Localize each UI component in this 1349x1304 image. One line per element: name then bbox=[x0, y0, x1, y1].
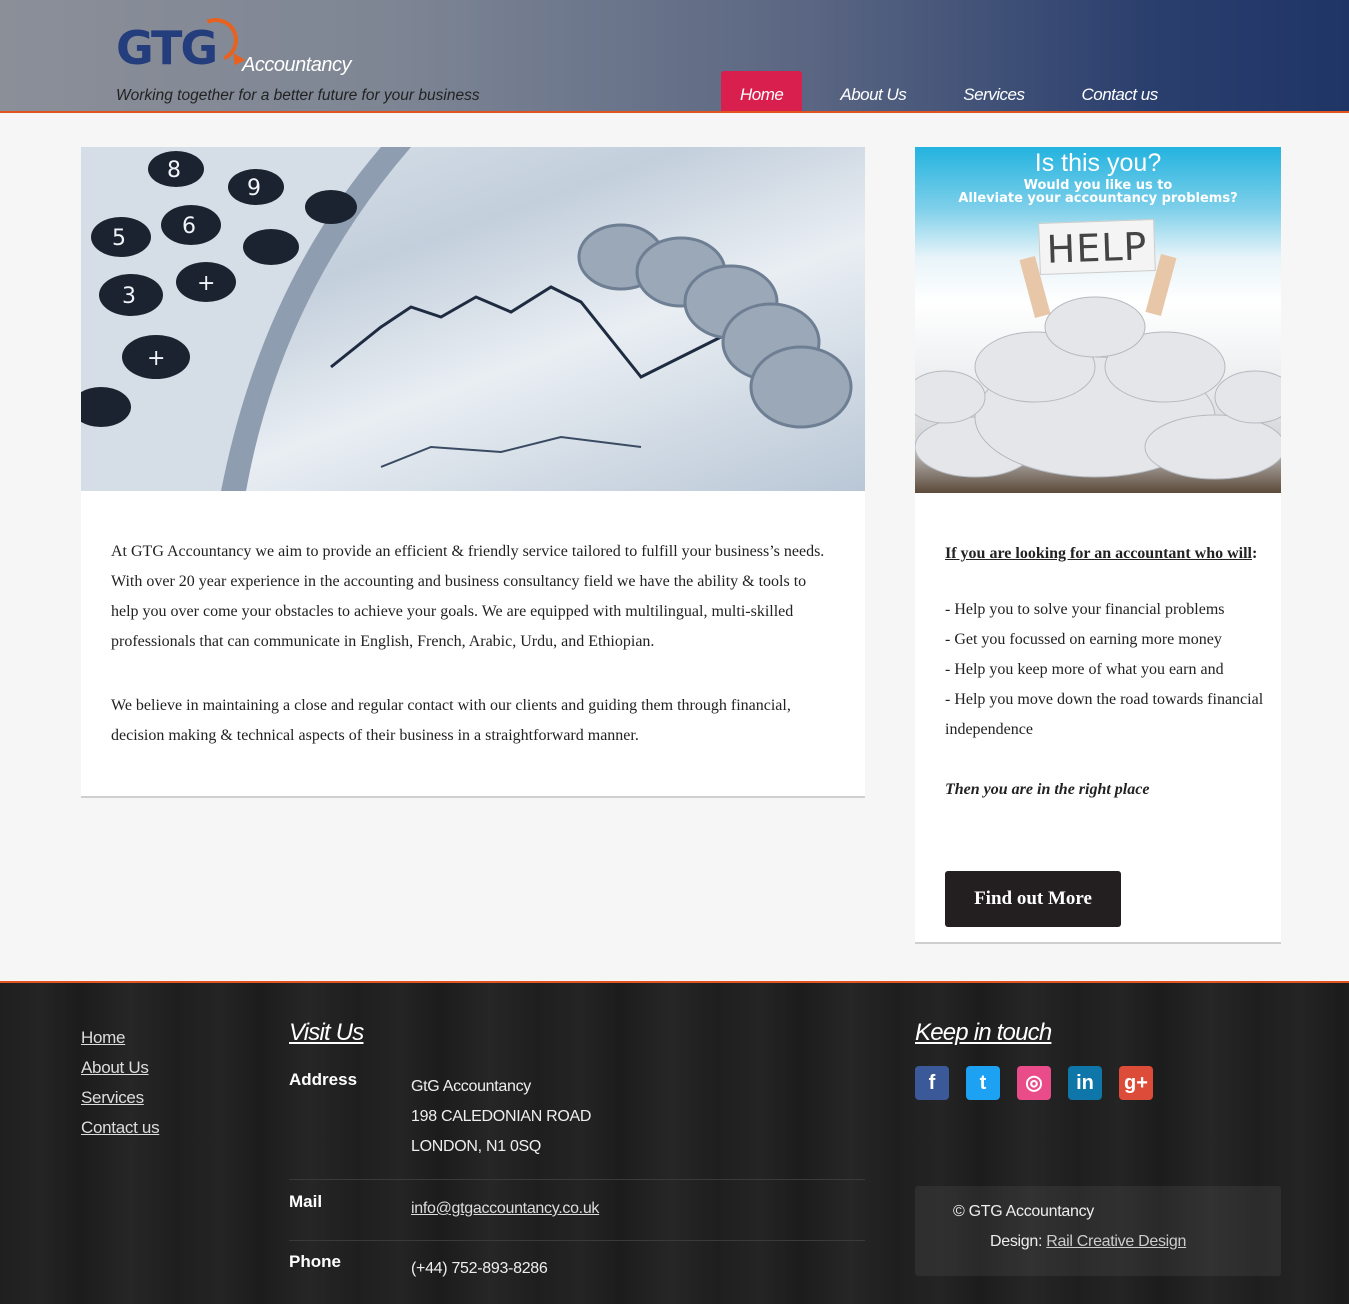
svg-text:+: + bbox=[197, 271, 215, 296]
footer-link-home[interactable]: Home bbox=[81, 1023, 159, 1053]
facebook-icon[interactable]: f bbox=[915, 1066, 949, 1100]
svg-text:6: 6 bbox=[182, 214, 196, 239]
brand-name-suffix: Accountancy bbox=[242, 54, 352, 76]
visit-us-heading: Visit Us bbox=[289, 1019, 364, 1046]
help-list: - Help you to solve your financial probl… bbox=[945, 595, 1265, 745]
address-value: GtG Accountancy 198 CALEDONIAN ROAD LOND… bbox=[411, 1072, 591, 1162]
mail-label: Mail bbox=[289, 1192, 323, 1211]
dribbble-icon[interactable]: ◎ bbox=[1017, 1066, 1051, 1100]
address-label: Address bbox=[289, 1070, 358, 1089]
intro-paragraph-1: At GTG Accountancy we aim to provide an … bbox=[111, 543, 825, 650]
hero-illustration: 8 9 5 6 3 + + bbox=[81, 147, 853, 491]
keep-in-touch-heading: Keep in touch bbox=[915, 1019, 1052, 1046]
intro-card: 8 9 5 6 3 + + At GTG Accountancy we aim to … bbox=[81, 147, 865, 798]
twitter-icon[interactable]: t bbox=[966, 1066, 1000, 1100]
site-header: GTG Accountancy Working together for a b… bbox=[0, 0, 1349, 113]
list-item: - Help you move down the road towards fi… bbox=[945, 691, 1264, 738]
list-item: - Get you focussed on earning more money bbox=[945, 631, 1222, 648]
address-line: LONDON, N1 0SQ bbox=[411, 1138, 542, 1155]
paper-pile-illustration bbox=[915, 253, 1281, 480]
svg-text:8: 8 bbox=[167, 158, 181, 183]
svg-text:+: + bbox=[147, 346, 165, 371]
copyright-text: © GTG Accountancy bbox=[953, 1203, 1094, 1220]
brand-tagline: Working together for a better future for… bbox=[116, 87, 480, 104]
address-line: GtG Accountancy bbox=[411, 1078, 532, 1095]
footer-nav: Home About Us Services Contact us bbox=[81, 1023, 160, 1143]
nav-home[interactable]: Home bbox=[721, 71, 803, 111]
site-footer: Home About Us Services Contact us Visit … bbox=[0, 981, 1349, 1304]
nav-services[interactable]: Services bbox=[944, 71, 1043, 111]
phone-value: (+44) 752-893-8286 bbox=[411, 1260, 548, 1277]
intro-text: At GTG Accountancy we aim to provide an … bbox=[111, 537, 831, 751]
phone-label: Phone bbox=[289, 1252, 341, 1271]
help-heading-colon: : bbox=[1252, 545, 1258, 562]
design-credit-link[interactable]: Rail Creative Design bbox=[1046, 1233, 1186, 1250]
nav-contact-us[interactable]: Contact us bbox=[1062, 71, 1176, 111]
gtg-logo[interactable]: GTG bbox=[116, 11, 256, 78]
help-heading: If you are looking for an accountant who… bbox=[945, 545, 1252, 562]
footer-link-about-us[interactable]: About Us bbox=[81, 1053, 159, 1083]
mail-value: info@gtgaccountancy.co.uk bbox=[411, 1194, 599, 1224]
nav-about-us[interactable]: About Us bbox=[821, 71, 925, 111]
mail-link[interactable]: info@gtgaccountancy.co.uk bbox=[411, 1200, 599, 1217]
design-credit: Design: Rail Creative Design bbox=[990, 1233, 1186, 1251]
main-nav: Home About Us Services Contact us bbox=[721, 71, 1196, 111]
footer-link-services[interactable]: Services bbox=[81, 1083, 159, 1113]
svg-text:3: 3 bbox=[122, 284, 136, 309]
address-row: Address GtG Accountancy 198 CALEDONIAN R… bbox=[289, 1070, 865, 1180]
footer-divider bbox=[289, 1240, 865, 1241]
help-closing: Then you are in the right place bbox=[945, 781, 1150, 798]
help-card: Is this you? Would you like us to Allevi… bbox=[915, 147, 1281, 944]
help-text: If you are looking for an accountant who… bbox=[945, 539, 1265, 805]
help-sign: HELP bbox=[1038, 218, 1156, 276]
hero-image-calculator-coins: 8 9 5 6 3 + + bbox=[81, 147, 865, 491]
phone-row: Phone (+44) 752-893-8286 bbox=[289, 1252, 865, 1292]
social-links: f t ◎ in g+ bbox=[915, 1066, 1170, 1100]
linkedin-icon[interactable]: in bbox=[1068, 1066, 1102, 1100]
mail-row: Mail info@gtgaccountancy.co.uk bbox=[289, 1192, 865, 1242]
svg-text:5: 5 bbox=[112, 226, 126, 251]
address-line: 198 CALEDONIAN ROAD bbox=[411, 1108, 592, 1125]
design-prefix: Design: bbox=[990, 1233, 1047, 1250]
find-out-more-button[interactable]: Find out More bbox=[945, 871, 1121, 927]
list-item: - Help you keep more of what you earn an… bbox=[945, 661, 1224, 678]
svg-text:9: 9 bbox=[247, 176, 261, 201]
list-item: - Help you to solve your financial probl… bbox=[945, 601, 1225, 618]
copyright-box: © GTG Accountancy Design: Rail Creative … bbox=[915, 1186, 1281, 1276]
footer-divider bbox=[289, 1179, 865, 1180]
help-image: Is this you? Would you like us to Allevi… bbox=[915, 147, 1281, 493]
footer-link-contact-us[interactable]: Contact us bbox=[81, 1113, 160, 1143]
google-plus-icon[interactable]: g+ bbox=[1119, 1066, 1153, 1100]
intro-paragraph-2: We believe in maintaining a close and re… bbox=[111, 697, 791, 744]
